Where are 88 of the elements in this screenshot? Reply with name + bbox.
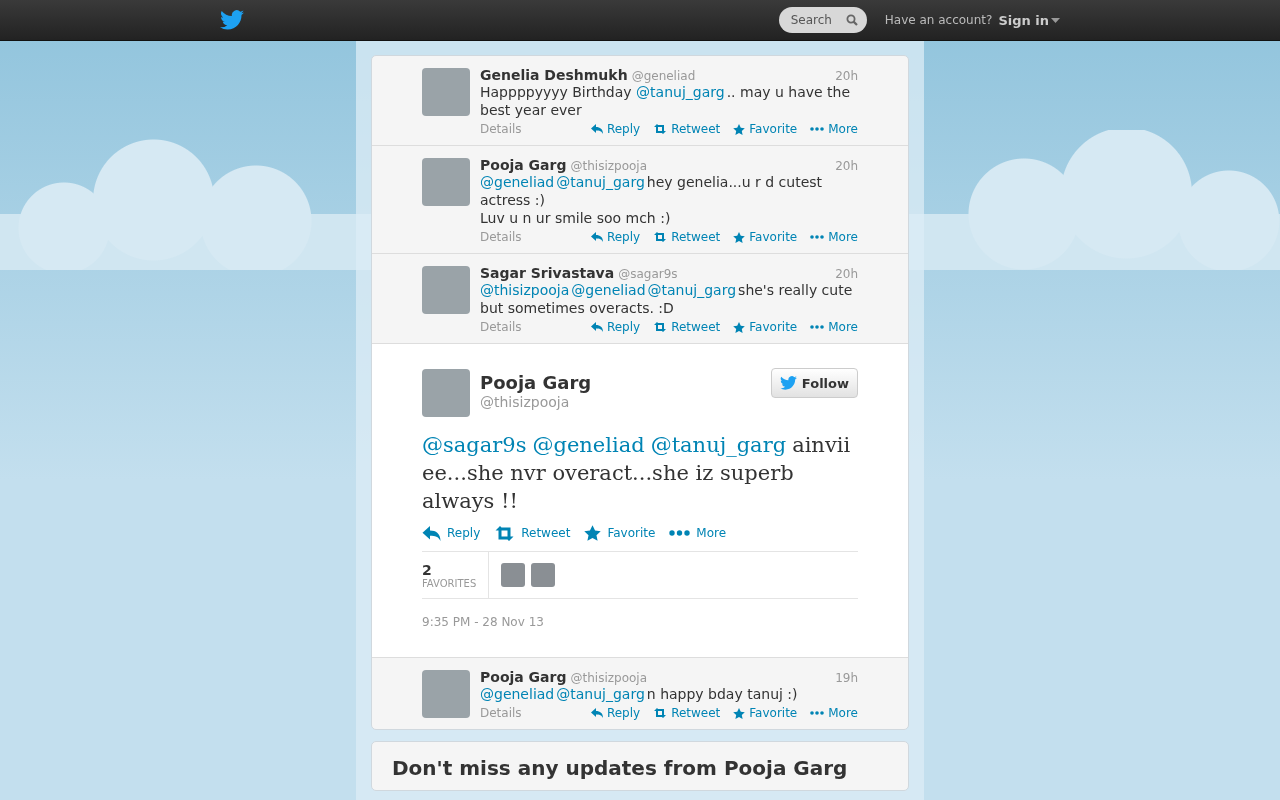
tweet-action-link[interactable]: Reply — [590, 122, 641, 136]
details-link[interactable]: Details — [480, 706, 522, 720]
star-icon — [584, 525, 602, 541]
bird-logo-icon[interactable] — [220, 10, 244, 30]
tweet-action-link[interactable]: Reply — [590, 230, 641, 244]
tweet-action-link[interactable]: More — [669, 525, 727, 541]
tweet-text: @sagar9s @geneliad @tanuj_garg ainviiee...she nvr overact...she iz superb always !! — [422, 432, 852, 515]
account-prompt: Have an account? — [884, 13, 993, 27]
reply-arrow-icon — [590, 322, 603, 332]
tweet-action-link[interactable]: Reply — [422, 525, 481, 541]
tweet-text: Happppyyyy Birthday @tanuj_garg.. may u have the best year ever — [480, 83, 852, 119]
search-field[interactable]: Search — [778, 7, 867, 33]
tweet-text: @geneliad@tanuj_garg n happy bday tanuj :) — [480, 685, 799, 703]
ellipsis-icon — [810, 711, 825, 715]
retweet-icon — [494, 525, 516, 541]
details-link[interactable]: Details — [480, 320, 522, 334]
user-handle: @thisizpooja — [570, 159, 647, 173]
ellipsis-icon — [669, 530, 691, 536]
mention-link[interactable]: @tanuj_garg — [556, 686, 645, 702]
details-link[interactable]: Details — [480, 122, 522, 136]
mention-link[interactable]: @thisizpooja — [480, 282, 570, 298]
tweet-action-link[interactable]: More — [810, 706, 858, 720]
signup-heading: Don't miss any updates from Pooja Garg — [392, 756, 849, 780]
tweet-action-link[interactable]: Favorite — [733, 122, 798, 136]
mention-link[interactable]: @geneliad — [571, 282, 646, 298]
details-link[interactable]: Details — [480, 230, 522, 244]
ellipsis-icon — [810, 325, 825, 329]
star-icon — [733, 707, 746, 719]
mention-link[interactable]: @sagar9s — [422, 433, 527, 457]
tweet-action-link[interactable]: More — [810, 320, 858, 334]
mention-link[interactable]: @tanuj_garg — [556, 174, 645, 190]
tweet-action-link[interactable]: More — [810, 230, 858, 244]
avatar-placeholder[interactable] — [531, 563, 556, 587]
user-name[interactable]: Pooja Garg — [480, 157, 567, 173]
tweet-action-link[interactable]: Retweet — [494, 525, 571, 541]
mention-link[interactable]: @tanuj_garg — [647, 282, 737, 298]
tweet-time[interactable]: 20h — [835, 267, 858, 281]
star-icon — [733, 123, 746, 135]
user-handle: @geneliad — [631, 69, 696, 83]
user-handle: @thisizpooja — [570, 671, 647, 685]
tweet-action-link[interactable]: Favorite — [733, 230, 798, 244]
favorites-label: FAVORITES — [422, 577, 477, 589]
avatar-placeholder[interactable] — [501, 563, 526, 587]
tweet-action-link[interactable]: Reply — [590, 320, 641, 334]
user-name[interactable]: Pooja Garg — [480, 669, 567, 685]
caret-icon — [1051, 17, 1060, 23]
tweet-time[interactable]: 19h — [835, 671, 858, 685]
mention-link[interactable]: @tanuj_garg — [650, 433, 787, 457]
mention-link[interactable]: @geneliad — [480, 174, 555, 190]
tweet-action-link[interactable]: Reply — [590, 706, 641, 720]
tweet-action-link[interactable]: Favorite — [733, 320, 798, 334]
mention-link[interactable]: @tanuj_garg — [636, 84, 725, 100]
sign-in-link[interactable]: Sign in — [998, 12, 1060, 28]
tweet-text: @thisizpooja@geneliad@tanuj_garg she's really cute but sometimes overacts. :D — [480, 281, 854, 317]
retweet-icon — [653, 708, 668, 718]
search-icon — [845, 14, 858, 26]
retweet-icon — [653, 124, 668, 134]
mention-link[interactable]: @geneliad — [532, 433, 645, 457]
retweet-icon — [653, 232, 668, 242]
reply-arrow-icon — [590, 124, 603, 134]
user-name[interactable]: Pooja Garg — [480, 372, 592, 393]
user-handle: @sagar9s — [618, 267, 678, 281]
tweet-text: @geneliad@tanuj_garg hey genelia...u r d cutest actress :) Luv u n ur smile soo mch :) — [480, 173, 824, 227]
tweet-timestamp: 9:35 PM - 28 Nov 13 — [422, 615, 545, 629]
tweet-time[interactable]: 20h — [835, 159, 858, 173]
user-handle: @thisizpooja — [480, 394, 571, 410]
bird-icon — [779, 376, 797, 390]
reply-arrow-icon — [590, 708, 603, 718]
user-name[interactable]: Sagar Srivastava — [480, 265, 615, 281]
tweet-action-link[interactable]: Retweet — [653, 320, 721, 334]
tweet-action-link[interactable]: Retweet — [653, 706, 721, 720]
follow-button[interactable]: Follow — [770, 368, 858, 398]
retweet-icon — [653, 322, 668, 332]
mention-link[interactable]: @geneliad — [480, 686, 555, 702]
star-icon — [733, 321, 746, 333]
tweet-action-link[interactable]: Favorite — [584, 525, 656, 541]
ellipsis-icon — [810, 235, 825, 239]
user-name[interactable]: Genelia Deshmukh — [480, 67, 628, 83]
tweet-action-link[interactable]: Favorite — [733, 706, 798, 720]
star-icon — [733, 231, 746, 243]
tweet-action-link[interactable]: Retweet — [653, 230, 721, 244]
reply-arrow-icon — [590, 232, 603, 242]
tweet-time[interactable]: 20h — [835, 69, 858, 83]
ellipsis-icon — [810, 127, 825, 131]
favorites-count[interactable]: 2 — [422, 561, 477, 578]
reply-arrow-icon — [422, 525, 441, 541]
tweet-action-link[interactable]: More — [810, 122, 858, 136]
tweet-action-link[interactable]: Retweet — [653, 122, 721, 136]
